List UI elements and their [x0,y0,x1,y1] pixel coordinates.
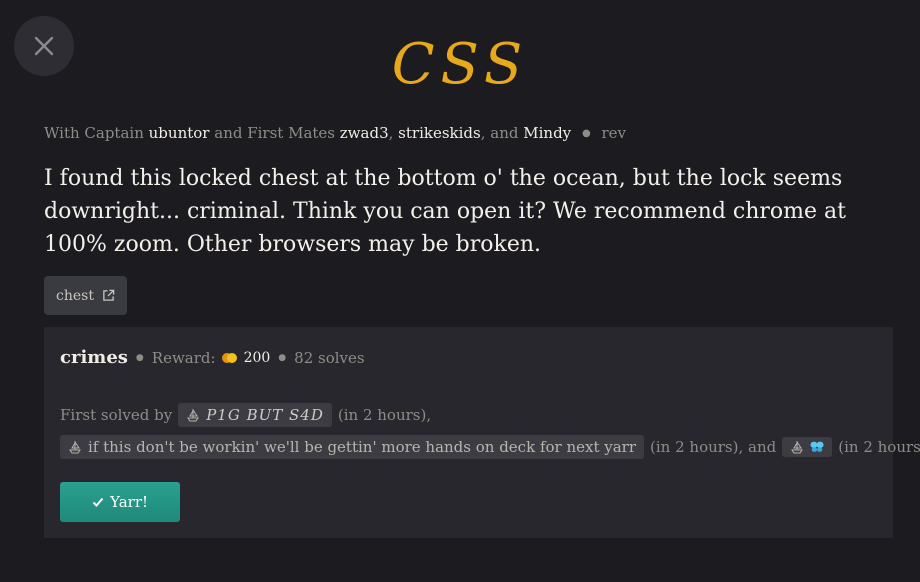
page-title: CSS [391,32,529,97]
separator-dot: ● [581,128,591,139]
first-solves-line: if this don't be workin' we'll be gettin… [60,435,920,459]
solve-time: (in 2 hours), and [650,438,777,456]
challenge-name: crimes [60,347,128,368]
ship-icon [187,409,200,422]
team-chip[interactable] [782,437,833,457]
separator-dot: ● [135,352,144,363]
coin-icon [221,352,240,364]
solve-time: (in 2 hours), [337,406,432,424]
file-label: chest [56,287,94,304]
and-label: , and [480,124,519,142]
challenge-description: I found this locked chest at the bottom … [44,166,847,257]
reward-value: 200 [243,349,271,366]
separator-dot: ● [278,352,287,363]
with-captain-label: With Captain [44,124,144,142]
reward-label: Reward: [151,348,216,367]
captain-name: ubuntor [148,124,210,142]
ship-icon [69,441,81,454]
check-icon [92,497,104,507]
mate-name: Mindy [523,124,572,142]
submit-button[interactable]: Yarr! [60,482,180,522]
category-label: rev [601,124,626,142]
solve-time: (in 2 hours) [838,438,920,456]
challenge-panel: crimes ● Reward: 200 ● 82 solves First s… [44,327,920,538]
first-solved-label: First solved by [60,406,173,424]
team-name: if this don't be workin' we'll be gettin… [88,438,637,456]
first-mates-label: and First Mates [214,124,335,142]
submit-label: Yarr! [109,493,149,511]
butterfly-icon [810,441,824,452]
file-download-button[interactable]: chest [44,276,127,315]
mate-name: strikeskids [398,124,481,142]
team-name: P1G BUT S4D [206,406,324,424]
team-chip[interactable]: if this don't be workin' we'll be gettin… [60,435,645,459]
mate-name: zwad3 [339,124,389,142]
challenge-header: crimes ● Reward: 200 ● 82 solves [60,347,365,368]
external-link-icon [103,289,115,301]
ship-icon [791,441,804,454]
solve-count: 82 solves [294,348,365,367]
team-chip[interactable]: P1G BUT S4D [178,403,332,427]
author-line: With Captain ubuntor and First Mates zwa… [44,124,626,142]
first-solves-line: First solved by P1G BUT S4D (in 2 hours)… [60,403,431,427]
